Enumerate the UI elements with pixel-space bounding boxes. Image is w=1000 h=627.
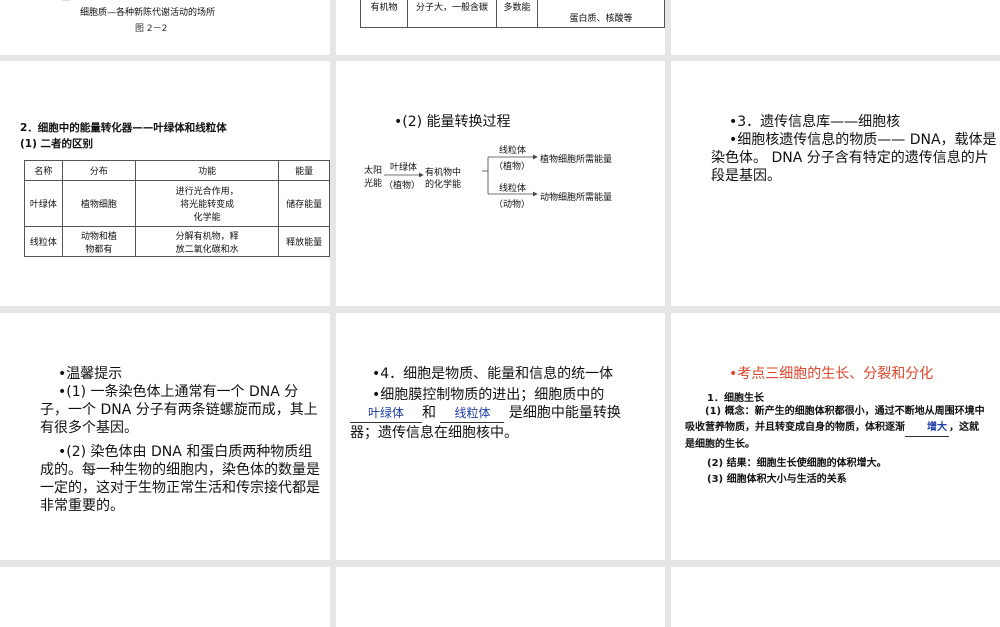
slide-blank-top[interactable] (671, 0, 1000, 55)
cell-line: 化学能 (193, 213, 221, 223)
column-header: 名称 (24, 160, 63, 181)
slide-title: •温馨提示 (58, 366, 123, 382)
tip-paragraph: •(2) 染色体由 DNA 和蛋白质两种物质组成的。每一种生物的细胞内，染色体的… (40, 444, 320, 514)
slide-energy-process[interactable]: •(2) 能量转换过程 太阳 光能 叶绿体 （植物） 有机物中 的化学能 线粒体… (336, 61, 665, 306)
slide-title: •考点三细胞的生长、分裂和分化 (729, 366, 934, 382)
concept-paragraph: (1) 概念：新产生的细胞体积都很小，通过不断地从周围环境中吸收营养物质，并且转… (685, 404, 985, 453)
slide-cell-structure[interactable]: 细胞质—各种新陈代谢活动的场所 图 2－2 (0, 0, 330, 55)
cell-line: 物都有 (85, 244, 113, 255)
table-header-row: 名称 分布 功能 能量 (24, 160, 330, 181)
diagram-caption: 细胞质—各种新陈代谢活动的场所 (80, 8, 216, 18)
table-row: 线粒体 动物和植 物都有 分解有机物，释 放二氧化碳和水 释放能量 (24, 226, 330, 257)
slide-blank-bottom[interactable] (336, 567, 665, 627)
substance-table: 有机物 分子大，一般含碳 多数能 蛋白质、核酸等 (360, 0, 665, 28)
table-cell: 多数能 (496, 0, 538, 28)
table-cell: 分子大，一般含碳 (407, 0, 497, 28)
slide-unity[interactable]: •4．细胞是物质、能量和信息的统一体 •细胞膜控制物质的进出；细胞质中的 叶绿体… (336, 313, 665, 560)
cell-line: 放二氧化碳和水 (175, 244, 239, 255)
slide-growth[interactable]: •考点三细胞的生长、分裂和分化 1．细胞生长 (1) 概念：新产生的细胞体积都很… (671, 313, 1000, 560)
slide-blank-bottom[interactable] (0, 567, 330, 627)
slide-body: •细胞核遗传信息的物质—— DNA，载体是染色体。 DNA 分子含有特定的遗传信… (711, 132, 997, 184)
body-line: •细胞膜控制物质的进出；细胞质中的 (372, 387, 605, 403)
table-cell: 分解有机物，释 放二氧化碳和水 (134, 226, 280, 257)
table-cell: 动物和植 物都有 (61, 226, 136, 257)
cell-line: 进行光合作用， (175, 187, 239, 197)
table-cell: 叶绿体 (24, 180, 63, 227)
slide-title: •4．细胞是物质、能量和信息的统一体 (372, 366, 614, 382)
body-text: 是细胞中能量转换 (508, 405, 621, 421)
cell-line: 将光能转变成 (180, 200, 235, 210)
slide-title: •3．遗传信息库——细胞核 (729, 114, 901, 130)
fill-blank-answer: 线粒体 (440, 404, 505, 423)
slide-subheading: (1) 二者的区别 (20, 138, 94, 150)
table-cell: 线粒体 (24, 226, 63, 257)
slide-nucleus[interactable]: •3．遗传信息库——细胞核 •细胞核遗传信息的物质—— DNA，载体是染色体。 … (671, 61, 1000, 306)
figure-label: 图 2－2 (135, 24, 168, 34)
table-row: 叶绿体 植物细胞 进行光合作用， 将光能转变成 化学能 储存能量 (24, 180, 330, 227)
table-cell: 进行光合作用， 将光能转变成 化学能 (134, 180, 280, 227)
conjunction: 和 (422, 405, 436, 421)
body-line: 器；遗传信息在细胞核中。 (350, 425, 518, 441)
cell-line: 动物和植 (80, 231, 117, 242)
fill-blank-answer: 增大 (905, 420, 949, 437)
result-line: (2) 结果：细胞生长使细胞的体积增大。 (707, 458, 887, 469)
table-cell: 植物细胞 (61, 180, 136, 227)
slide-organic-table[interactable]: 有机物 分子大，一般含碳 多数能 蛋白质、核酸等 (336, 0, 665, 55)
fill-blank-line: 叶绿体和 线粒体 是细胞中能量转换 (350, 404, 621, 423)
cell-line: 分解有机物，释 (175, 231, 239, 242)
slide-energy-converters[interactable]: 2．细胞中的能量转化器——叶绿体和线粒体 (1) 二者的区别 名称 分布 功能 … (0, 61, 330, 306)
table-cell: 储存能量 (278, 180, 330, 227)
table-cell: 有机物 (360, 0, 408, 28)
relation-line: (3) 细胞体积大小与生活的关系 (707, 474, 847, 485)
table-row: 有机物 分子大，一般含碳 多数能 蛋白质、核酸等 (360, 0, 665, 28)
slide-heading: 2．细胞中的能量转化器——叶绿体和线粒体 (20, 122, 227, 134)
slide-tips[interactable]: •温馨提示 •(1) 一条染色体上通常有一个 DNA 分子，一个 DNA 分子有… (0, 313, 330, 560)
tip-paragraph: •(1) 一条染色体上通常有一个 DNA 分子，一个 DNA 分子有两条链螺旋而… (40, 384, 318, 436)
column-header: 功能 (134, 160, 280, 181)
flow-arrows (384, 154, 538, 197)
column-header: 分布 (61, 160, 136, 181)
fill-blank-answer: 叶绿体 (350, 404, 422, 423)
comparison-table: 名称 分布 功能 能量 叶绿体 植物细胞 进行光合作用， 将光能转变成 化学能 … (24, 160, 330, 257)
column-header: 能量 (278, 160, 330, 181)
table-cell: 释放能量 (278, 226, 330, 257)
section-heading: 1．细胞生长 (707, 393, 764, 404)
table-cell: 蛋白质、核酸等 (537, 0, 665, 28)
slide-blank-bottom[interactable] (671, 567, 1000, 627)
